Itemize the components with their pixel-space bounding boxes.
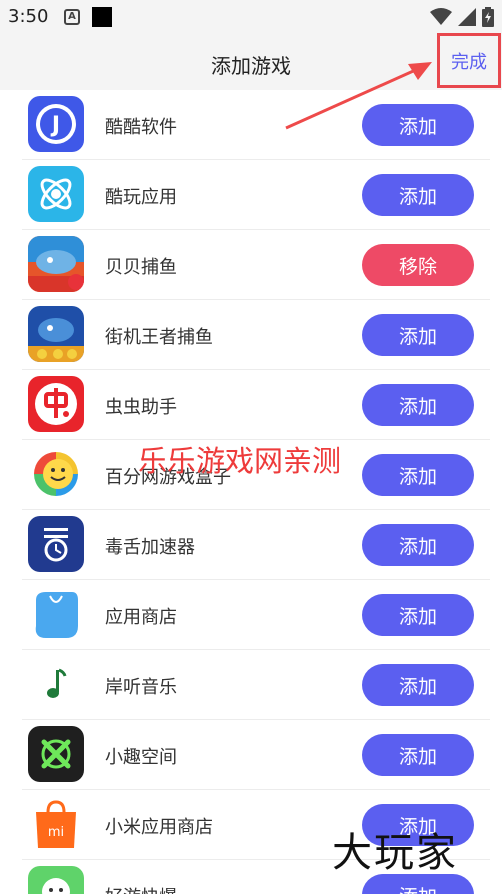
app-name: 好游快爆 — [105, 883, 177, 894]
app-name: 毒舌加速器 — [105, 537, 195, 558]
app-name: 岸听音乐 — [105, 677, 177, 698]
app-name: 虫虫助手 — [105, 397, 177, 418]
list-item: 毒舌加速器 添加 — [22, 510, 490, 580]
add-button[interactable]: 添加 — [362, 524, 474, 566]
add-button[interactable]: 添加 — [362, 384, 474, 426]
haoyou-icon — [28, 866, 84, 894]
add-button[interactable]: 添加 — [362, 734, 474, 776]
app-name: 小米应用商店 — [105, 817, 213, 838]
signal-icon — [458, 8, 476, 26]
list-item: 街机王者捕鱼 添加 — [22, 300, 490, 370]
list-item: 贝贝捕鱼 移除 — [22, 230, 490, 300]
add-button[interactable]: 添加 — [362, 174, 474, 216]
status-time: 3:50 — [8, 6, 49, 27]
add-button[interactable]: 添加 — [362, 454, 474, 496]
list-item: 酷玩应用 添加 — [22, 160, 490, 230]
remove-button[interactable]: 移除 — [362, 244, 474, 286]
accelerator-icon — [28, 516, 84, 572]
logo-watermark: 大玩家 — [332, 830, 458, 876]
battery-icon — [482, 7, 494, 27]
app-name: 酷玩应用 — [105, 187, 177, 208]
add-button[interactable]: 添加 — [362, 664, 474, 706]
status-icons — [430, 7, 494, 27]
atom-icon — [28, 166, 84, 222]
app-name: 贝贝捕鱼 — [105, 257, 177, 278]
app-name: 酷酷软件 — [105, 117, 177, 138]
svg-text:mi: mi — [48, 825, 64, 840]
notification-square-icon — [92, 7, 112, 27]
shark-game-icon — [28, 236, 84, 292]
add-button[interactable]: 添加 — [362, 314, 474, 356]
annotation-arrow-icon — [285, 62, 432, 130]
mi-store-icon: mi — [28, 796, 84, 852]
list-item: 小趣空间 添加 — [22, 720, 490, 790]
chong-icon — [28, 376, 84, 432]
list-item: 岸听音乐 添加 — [22, 650, 490, 720]
svg-text:J: J — [50, 113, 60, 138]
j-blue-icon: J — [28, 96, 84, 152]
status-bar: 3:50 A — [0, 0, 502, 34]
store-bag-icon — [28, 586, 84, 642]
fish-game-icon — [28, 306, 84, 362]
app-name: 应用商店 — [105, 607, 177, 628]
list-item: 虫虫助手 添加 — [22, 370, 490, 440]
add-button[interactable]: 添加 — [362, 594, 474, 636]
wifi-icon — [430, 8, 452, 25]
list-item: 应用商店 添加 — [22, 580, 490, 650]
x-space-icon — [28, 726, 84, 782]
done-button[interactable]: 完成 — [437, 33, 501, 88]
app-list: J 酷酷软件 添加 酷玩应用 添加 贝贝捕鱼 移除 街机王者捕鱼 添加 虫虫助手… — [0, 90, 502, 894]
music-note-icon — [28, 656, 84, 712]
app-name: 街机王者捕鱼 — [105, 327, 213, 348]
smile-ring-icon — [28, 446, 84, 502]
notification-a-icon: A — [64, 9, 80, 25]
watermark-text: 乐乐游戏网亲测 — [138, 444, 342, 478]
app-name: 小趣空间 — [105, 747, 177, 768]
